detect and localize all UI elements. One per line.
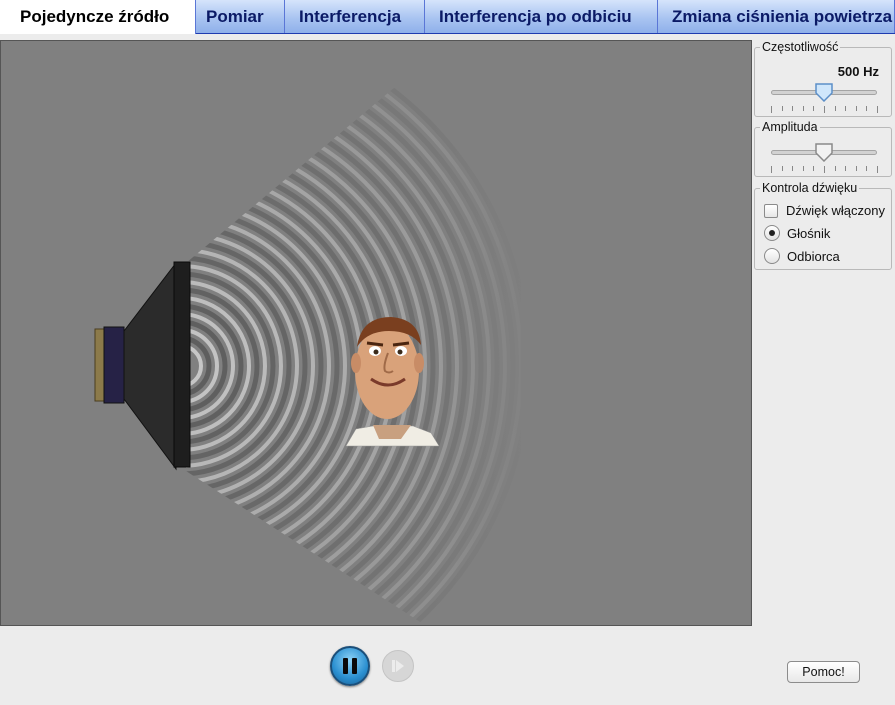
slider-tick bbox=[845, 106, 847, 111]
frequency-title: Częstotliwość bbox=[760, 40, 841, 54]
tab-label: Interferencja bbox=[299, 6, 402, 26]
slider-tick bbox=[845, 166, 847, 171]
listener-option[interactable]: Odbiorca bbox=[764, 248, 840, 264]
slider-tick bbox=[771, 106, 772, 113]
amplitude-panel: Amplituda bbox=[754, 120, 892, 177]
slider-tick bbox=[834, 106, 836, 111]
slider-tick bbox=[824, 166, 825, 173]
slider-tick bbox=[792, 106, 794, 111]
speaker-icon[interactable] bbox=[94, 261, 191, 471]
tab-air-pressure[interactable]: Zmiana ciśnienia powietrza bbox=[658, 0, 895, 33]
speaker-radio[interactable] bbox=[764, 225, 780, 241]
tab-label: Interferencja po odbiciu bbox=[439, 6, 632, 26]
frequency-slider[interactable] bbox=[771, 82, 878, 113]
slider-tick bbox=[824, 106, 825, 113]
sound-enabled-option[interactable]: Dźwięk włączony bbox=[764, 203, 885, 218]
slider-ticks bbox=[771, 166, 878, 173]
slider-thumb[interactable] bbox=[814, 82, 834, 102]
step-icon bbox=[392, 660, 404, 672]
pause-icon bbox=[352, 658, 357, 674]
amplitude-slider[interactable] bbox=[771, 142, 878, 173]
app-window: Pojedyncze źródło Pomiar Interferencja I… bbox=[0, 0, 895, 705]
tab-label: Pojedyncze źródło bbox=[20, 7, 170, 26]
slider-tick bbox=[855, 106, 857, 111]
tab-bar: Pojedyncze źródło Pomiar Interferencja I… bbox=[0, 0, 895, 34]
listener-label: Odbiorca bbox=[787, 248, 840, 264]
simulation-area bbox=[0, 40, 752, 626]
amplitude-title: Amplituda bbox=[760, 120, 820, 134]
sound-waves bbox=[94, 41, 521, 625]
speaker-option[interactable]: Głośnik bbox=[764, 225, 830, 241]
tab-label: Pomiar bbox=[206, 6, 264, 26]
sound-enabled-label: Dźwięk włączony bbox=[786, 203, 885, 218]
tab-single-source[interactable]: Pojedyncze źródło bbox=[0, 0, 196, 34]
slider-tick bbox=[781, 106, 783, 111]
tab-label: Zmiana ciśnienia powietrza bbox=[672, 6, 893, 26]
speaker-label: Głośnik bbox=[787, 225, 831, 241]
slider-tick bbox=[866, 106, 868, 111]
tab-interference[interactable]: Interferencja bbox=[285, 0, 425, 33]
slider-tick bbox=[834, 166, 836, 171]
slider-tick bbox=[802, 166, 804, 171]
tab-measure[interactable]: Pomiar bbox=[196, 0, 285, 33]
sound-control-panel: Kontrola dźwięku Dźwięk włączony Głośnik… bbox=[754, 181, 892, 270]
pause-button[interactable] bbox=[330, 646, 370, 686]
frequency-value: 500 Hz bbox=[837, 64, 879, 79]
wave-ring bbox=[186, 136, 411, 596]
slider-tick bbox=[877, 106, 878, 113]
slider-tick bbox=[802, 106, 804, 111]
listener-radio[interactable] bbox=[764, 248, 780, 264]
help-button[interactable]: Pomoc! bbox=[787, 661, 860, 683]
slider-ticks bbox=[771, 106, 878, 113]
slider-tick bbox=[813, 166, 815, 171]
frequency-panel: Częstotliwość 500 Hz bbox=[754, 40, 892, 117]
tab-reflection-interference[interactable]: Interferencja po odbiciu bbox=[425, 0, 658, 33]
slider-tick bbox=[813, 106, 815, 111]
slider-tick bbox=[855, 166, 857, 171]
slider-tick bbox=[877, 166, 878, 173]
slider-tick bbox=[771, 166, 772, 173]
slider-tick bbox=[792, 166, 794, 171]
slider-tick bbox=[866, 166, 868, 171]
pause-icon bbox=[343, 658, 348, 674]
slider-thumb[interactable] bbox=[814, 142, 834, 162]
slider-tick bbox=[781, 166, 783, 171]
sound-enabled-checkbox[interactable] bbox=[764, 203, 778, 218]
step-button[interactable] bbox=[382, 650, 414, 682]
wave-ring bbox=[186, 152, 395, 580]
sound-control-title: Kontrola dźwięku bbox=[760, 181, 860, 195]
